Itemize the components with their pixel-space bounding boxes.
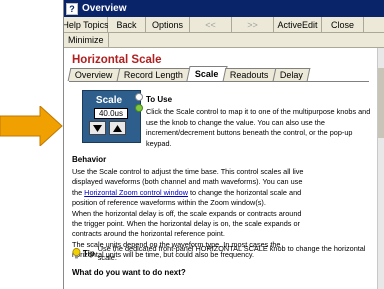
options-button[interactable]: Options [146, 17, 190, 32]
behavior-p2-text: When the horizontal delay is off, the sc… [72, 208, 302, 239]
horizontal-zoom-link[interactable]: Horizontal Zoom control window [84, 188, 188, 197]
scale-control-label: Scale [95, 95, 123, 106]
scale-control-image: Scale 40.0us [82, 90, 143, 143]
page-title: Horizontal Scale [72, 54, 162, 66]
help-toolbar: Help Topics Back Options << >> ActiveEdi… [64, 17, 384, 33]
tab-divider [69, 81, 369, 82]
window-title: Overview [82, 3, 127, 14]
tab-delay[interactable]: Delay [272, 68, 311, 81]
knob-active-icon [135, 104, 143, 112]
help-topics-button[interactable]: Help Topics [64, 17, 109, 32]
tip-label: Tip [82, 248, 95, 258]
behavior-heading: Behavior [72, 155, 107, 164]
triangle-down-icon [89, 121, 106, 135]
topic-tabs: Overview Record Length Scale Readouts De… [67, 66, 311, 81]
close-button[interactable]: Close [322, 17, 364, 32]
browse-back-button[interactable]: << [190, 17, 232, 32]
tip-text: Use the dedicated front-panel HORIZONTAL… [97, 244, 366, 262]
minimize-button[interactable]: Minimize [64, 33, 109, 47]
activeedit-button[interactable]: ActiveEdit [274, 17, 322, 32]
tab-overview[interactable]: Overview [67, 68, 120, 81]
tab-record-length[interactable]: Record Length [116, 68, 190, 81]
tab-readouts[interactable]: Readouts [222, 68, 277, 81]
to-use-heading: To Use [146, 95, 173, 104]
knob-indicator-icon [135, 93, 143, 101]
title-bar: ? Overview [64, 0, 384, 17]
scroll-thumb[interactable] [378, 68, 384, 138]
triangle-up-icon [109, 121, 126, 135]
browse-forward-button[interactable]: >> [232, 17, 274, 32]
pointer-arrow-icon [0, 106, 63, 146]
tab-scale[interactable]: Scale [185, 66, 227, 81]
back-button[interactable]: Back [108, 17, 146, 32]
scale-value-display: 40.0us [94, 108, 128, 119]
to-use-text: Click the Scale control to map it to one… [146, 107, 371, 148]
secondary-toolbar: Minimize [64, 33, 384, 48]
next-steps-heading: What do you want to do next? [72, 268, 186, 277]
lightbulb-icon [72, 247, 81, 258]
tip-row: Tip Use the dedicated front-panel HORIZO… [72, 244, 384, 262]
help-app-icon: ? [66, 2, 78, 15]
